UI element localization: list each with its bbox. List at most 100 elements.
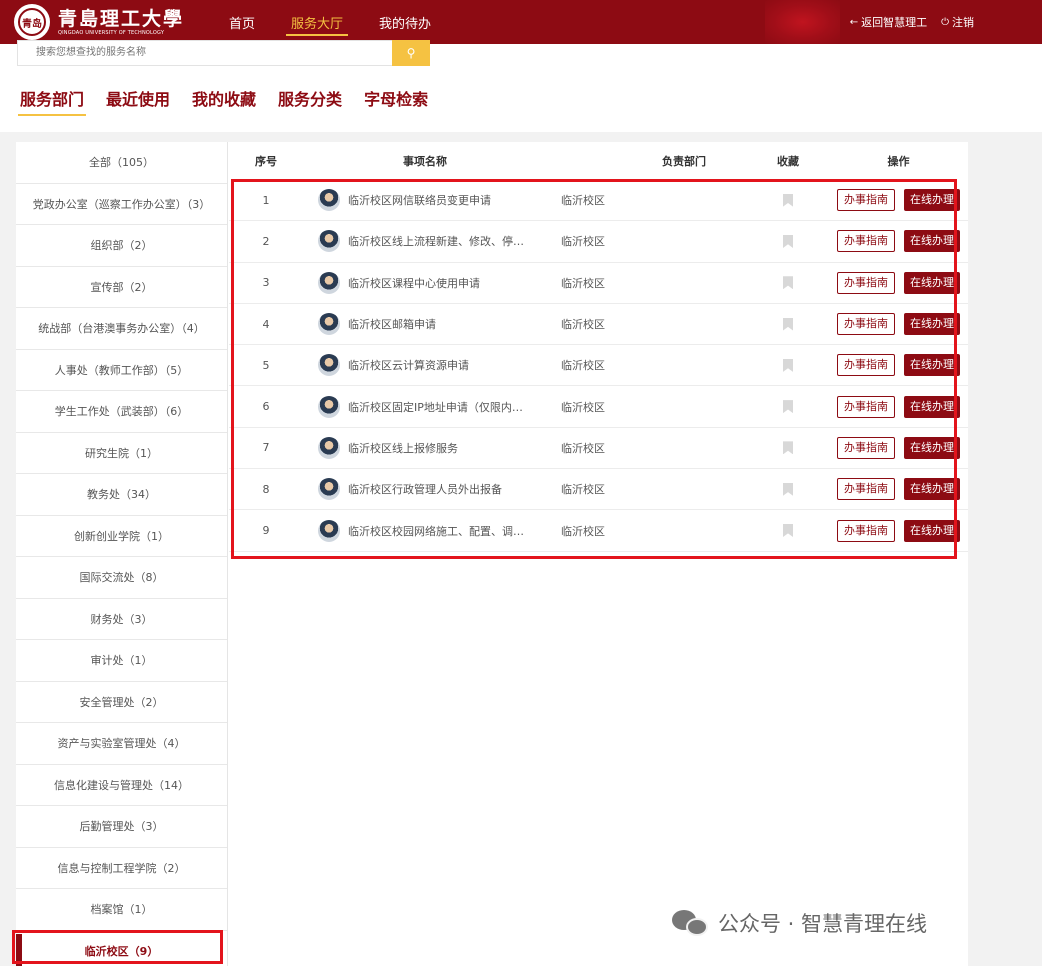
service-avatar-icon (318, 395, 340, 418)
online-handle-button[interactable]: 在线办理 (904, 478, 960, 501)
guide-button[interactable]: 办事指南 (837, 230, 895, 253)
bookmark-icon[interactable] (783, 317, 793, 331)
bookmark-icon[interactable] (783, 358, 793, 372)
row-name[interactable]: 临沂校区固定IP地址申请（仅限内… (348, 399, 523, 415)
search-box: ⚲ (17, 40, 430, 66)
bookmark-icon[interactable] (783, 234, 793, 248)
nav-service-hall[interactable]: 服务大厅 (282, 0, 352, 44)
row-name-cell[interactable]: 临沂校区课程中心使用申请 (303, 271, 547, 294)
row-name[interactable]: 临沂校区课程中心使用申请 (348, 275, 480, 291)
sidebar-item[interactable]: 宣传部（2） (16, 267, 227, 308)
row-fav[interactable] (747, 276, 829, 290)
search-icon: ⚲ (406, 46, 416, 60)
row-name[interactable]: 临沂校区校园网络施工、配置、调… (348, 523, 524, 539)
bookmark-icon[interactable] (783, 276, 793, 290)
guide-button[interactable]: 办事指南 (837, 313, 895, 336)
top-navbar: 青岛 青島理工大學 QINGDAO UNIVERSITY OF TECHNOLO… (0, 0, 1042, 44)
bookmark-icon[interactable] (783, 482, 793, 496)
row-fav[interactable] (747, 441, 829, 455)
main-nav: 首页 服务大厅 我的待办 (220, 0, 458, 44)
row-name[interactable]: 临沂校区网信联络员变更申请 (348, 192, 491, 208)
search-input[interactable] (36, 41, 408, 63)
nav-home[interactable]: 首页 (220, 0, 264, 44)
row-fav[interactable] (747, 193, 829, 207)
tab-my-favorites[interactable]: 我的收藏 (192, 86, 256, 116)
row-fav[interactable] (747, 524, 829, 538)
service-avatar-icon (318, 478, 340, 501)
sidebar-item[interactable]: 国际交流处（8） (16, 557, 227, 599)
nav-my-todo[interactable]: 我的待办 (370, 0, 440, 44)
row-name[interactable]: 临沂校区行政管理人员外出报备 (348, 481, 502, 497)
row-ops: 办事指南 在线办理 (829, 189, 968, 212)
guide-button[interactable]: 办事指南 (837, 478, 895, 501)
back-link[interactable]: ← 返回智慧理工 (850, 14, 927, 30)
tab-recently-used[interactable]: 最近使用 (106, 86, 170, 116)
header-op: 操作 (887, 155, 910, 168)
sidebar-item[interactable]: 学生工作处（武装部）（6） (16, 391, 227, 433)
sidebar-item[interactable]: 党政办公室（巡察工作办公室）（3） (16, 184, 227, 225)
bookmark-icon[interactable] (783, 441, 793, 455)
sidebar-item[interactable]: 人事处（教师工作部）（5） (16, 350, 227, 391)
tab-service-department[interactable]: 服务部门 (17, 86, 87, 116)
row-fav[interactable] (747, 234, 829, 248)
sidebar-item[interactable]: 后勤管理处（3） (16, 806, 227, 848)
row-name[interactable]: 临沂校区邮箱申请 (348, 316, 436, 332)
guide-button[interactable]: 办事指南 (837, 519, 895, 542)
sidebar-item[interactable]: 创新创业学院（1） (16, 516, 227, 557)
tab-alphabet-search[interactable]: 字母检索 (364, 86, 428, 116)
sidebar-item[interactable]: 统战部（台港澳事务办公室）（4） (16, 308, 227, 350)
logout-link[interactable]: ⏻ 注销 (941, 14, 974, 30)
row-fav[interactable] (747, 400, 829, 414)
online-handle-button[interactable]: 在线办理 (904, 230, 960, 253)
university-logo[interactable]: 青岛 青島理工大學 QINGDAO UNIVERSITY OF TECHNOLO… (14, 0, 184, 44)
header-dept: 负责部门 (662, 155, 706, 168)
online-handle-button[interactable]: 在线办理 (904, 395, 960, 418)
row-name-cell[interactable]: 临沂校区邮箱申请 (303, 313, 547, 336)
row-ops: 办事指南 在线办理 (829, 478, 968, 501)
online-handle-button[interactable]: 在线办理 (904, 519, 960, 542)
row-ops: 办事指南 在线办理 (829, 519, 968, 542)
row-name-cell[interactable]: 临沂校区固定IP地址申请（仅限内… (303, 395, 547, 418)
row-name[interactable]: 临沂校区云计算资源申请 (348, 357, 469, 373)
sidebar-item[interactable]: 财务处（3） (16, 599, 227, 640)
row-fav[interactable] (747, 482, 829, 496)
online-handle-button[interactable]: 在线办理 (904, 354, 960, 377)
row-name-cell[interactable]: 临沂校区校园网络施工、配置、调… (303, 519, 547, 542)
sidebar-item[interactable]: 审计处（1） (16, 640, 227, 682)
online-handle-button[interactable]: 在线办理 (904, 271, 960, 294)
sidebar-item[interactable]: 信息与控制工程学院（2） (16, 848, 227, 889)
guide-button[interactable]: 办事指南 (837, 271, 895, 294)
sidebar-item[interactable]: 信息化建设与管理处（14） (16, 765, 227, 806)
guide-button[interactable]: 办事指南 (837, 436, 895, 459)
sidebar-item[interactable]: 组织部（2） (16, 225, 227, 267)
row-name-cell[interactable]: 临沂校区云计算资源申请 (303, 354, 547, 377)
sidebar-item[interactable]: 档案馆（1） (16, 889, 227, 931)
row-fav[interactable] (747, 317, 829, 331)
bookmark-icon[interactable] (783, 193, 793, 207)
online-handle-button[interactable]: 在线办理 (904, 189, 960, 212)
guide-button[interactable]: 办事指南 (837, 354, 895, 377)
sidebar-item[interactable]: 资产与实验室管理处（4） (16, 723, 227, 765)
bookmark-icon[interactable] (783, 524, 793, 538)
row-name-cell[interactable]: 临沂校区行政管理人员外出报备 (303, 478, 547, 501)
redacted-area (765, 0, 840, 44)
row-name[interactable]: 临沂校区线上流程新建、修改、停… (348, 233, 524, 249)
sidebar-item[interactable]: 研究生院（1） (16, 433, 227, 474)
row-fav[interactable] (747, 358, 829, 372)
row-name[interactable]: 临沂校区线上报修服务 (348, 440, 458, 456)
row-name-cell[interactable]: 临沂校区网信联络员变更申请 (303, 189, 547, 212)
row-name-cell[interactable]: 临沂校区线上流程新建、修改、停… (303, 230, 547, 253)
row-no: 1 (262, 193, 270, 207)
guide-button[interactable]: 办事指南 (837, 189, 895, 212)
bookmark-icon[interactable] (783, 400, 793, 414)
search-button[interactable]: ⚲ (392, 40, 430, 66)
sidebar-item[interactable]: 临沂校区（9） (16, 931, 227, 966)
online-handle-button[interactable]: 在线办理 (904, 313, 960, 336)
sidebar-item[interactable]: 全部（105） (16, 142, 227, 184)
row-name-cell[interactable]: 临沂校区线上报修服务 (303, 436, 547, 459)
sidebar-item[interactable]: 教务处（34） (16, 474, 227, 516)
guide-button[interactable]: 办事指南 (837, 395, 895, 418)
sidebar-item[interactable]: 安全管理处（2） (16, 682, 227, 723)
tab-service-category[interactable]: 服务分类 (278, 86, 342, 116)
online-handle-button[interactable]: 在线办理 (904, 436, 960, 459)
